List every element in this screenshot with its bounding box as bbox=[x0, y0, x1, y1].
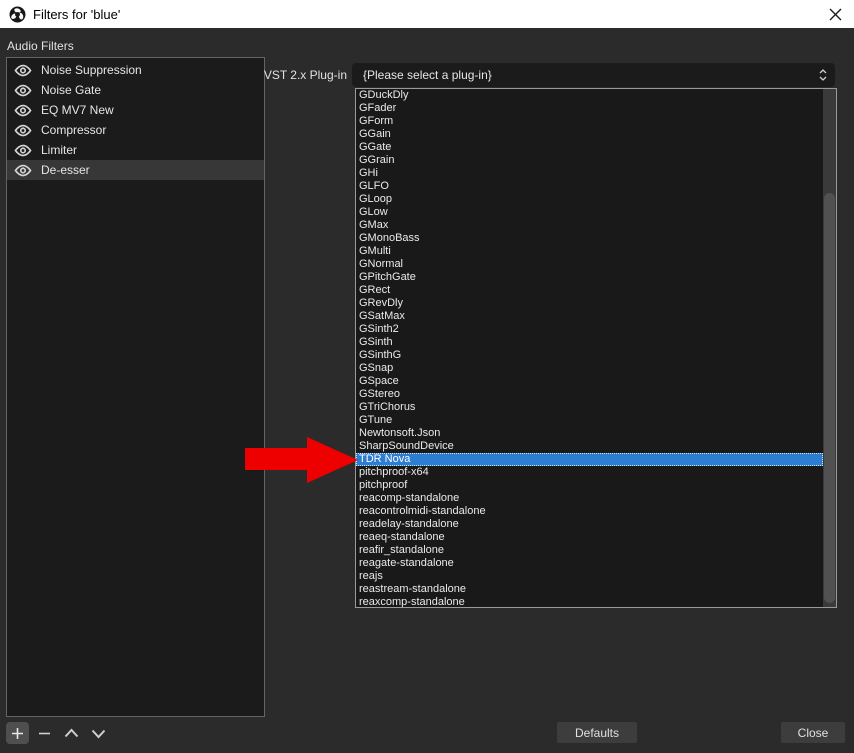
audio-filters-list: Noise Suppression Noise Gate EQ MV7 New Com… bbox=[6, 57, 265, 717]
plugin-option[interactable]: GTriChorus bbox=[356, 401, 823, 414]
plugin-option[interactable]: reajs bbox=[356, 570, 823, 583]
visibility-eye-icon[interactable] bbox=[14, 124, 32, 137]
filter-name: De-esser bbox=[41, 163, 90, 177]
plugin-options: GDuckDlyGFaderGFormGGainGGateGGrainGHiGL… bbox=[356, 89, 836, 608]
filter-name: Noise Gate bbox=[41, 83, 101, 97]
plugin-option[interactable]: Newtonsoft.Json bbox=[356, 427, 823, 440]
filter-name: EQ MV7 New bbox=[41, 103, 114, 117]
dropdown-scrollbar-thumb[interactable] bbox=[824, 193, 835, 603]
plugin-option[interactable]: GHi bbox=[356, 167, 823, 180]
vst-plugin-label: VST 2.x Plug-in bbox=[230, 63, 347, 87]
plugin-option[interactable]: GLoop bbox=[356, 193, 823, 206]
plugin-option[interactable]: GSinth bbox=[356, 336, 823, 349]
plugin-option[interactable]: GSinthG bbox=[356, 349, 823, 362]
plugin-option[interactable]: GNormal bbox=[356, 258, 823, 271]
filter-toolbar bbox=[6, 722, 114, 744]
plugin-option[interactable]: GSpace bbox=[356, 375, 823, 388]
plugin-option[interactable]: GStereo bbox=[356, 388, 823, 401]
vst-plugin-combobox[interactable]: {Please select a plug-in} bbox=[352, 63, 835, 87]
plugin-option[interactable]: GLFO bbox=[356, 180, 823, 193]
window-title: Filters for 'blue' bbox=[33, 7, 120, 22]
defaults-button[interactable]: Defaults bbox=[557, 722, 637, 743]
filters-dialog: Filters for 'blue' Audio Filters Noise S… bbox=[0, 0, 854, 753]
plugin-option[interactable]: GGate bbox=[356, 141, 823, 154]
obs-logo-icon bbox=[9, 6, 26, 23]
plugin-option[interactable]: GRect bbox=[356, 284, 823, 297]
vst-plugin-dropdown: GDuckDlyGFaderGFormGGainGGateGGrainGHiGL… bbox=[355, 88, 837, 608]
plugin-option[interactable]: pitchproof-x64 bbox=[356, 466, 823, 479]
visibility-eye-icon[interactable] bbox=[14, 84, 32, 97]
plugin-option[interactable]: GFader bbox=[356, 102, 823, 115]
chevron-down-icon bbox=[91, 728, 106, 739]
filter-row[interactable]: Compressor bbox=[7, 120, 264, 140]
plugin-option[interactable]: GPitchGate bbox=[356, 271, 823, 284]
close-icon bbox=[829, 8, 842, 21]
titlebar: Filters for 'blue' bbox=[0, 0, 854, 28]
filter-row[interactable]: EQ MV7 New bbox=[7, 100, 264, 120]
add-filter-button[interactable] bbox=[6, 722, 29, 744]
visibility-eye-icon[interactable] bbox=[14, 144, 32, 157]
plugin-option[interactable]: reaeq-standalone bbox=[356, 531, 823, 544]
plugin-option[interactable]: SharpSoundDevice bbox=[356, 440, 823, 453]
window-close-button[interactable] bbox=[824, 4, 846, 24]
plugin-option[interactable]: GMonoBass bbox=[356, 232, 823, 245]
plugin-option[interactable]: GGain bbox=[356, 128, 823, 141]
chevron-up-icon bbox=[64, 728, 79, 739]
plugin-option[interactable]: GTune bbox=[356, 414, 823, 427]
filter-row[interactable]: Noise Suppression bbox=[7, 60, 264, 80]
plugin-option[interactable]: reastream-standalone bbox=[356, 583, 823, 596]
plugin-option[interactable]: GForm bbox=[356, 115, 823, 128]
remove-filter-button[interactable] bbox=[33, 722, 56, 744]
filter-name: Noise Suppression bbox=[41, 63, 142, 77]
plugin-option[interactable]: TDR Nova bbox=[356, 453, 823, 466]
filter-name: Limiter bbox=[41, 143, 77, 157]
visibility-eye-icon[interactable] bbox=[14, 164, 32, 177]
visibility-eye-icon[interactable] bbox=[14, 64, 32, 77]
plugin-option[interactable]: pitchproof bbox=[356, 479, 823, 492]
plugin-option[interactable]: reagate-standalone bbox=[356, 557, 823, 570]
filter-row[interactable]: Limiter bbox=[7, 140, 264, 160]
plugin-option[interactable]: GSatMax bbox=[356, 310, 823, 323]
move-filter-up-button[interactable] bbox=[60, 722, 83, 744]
plugin-option[interactable]: GMax bbox=[356, 219, 823, 232]
visibility-eye-icon[interactable] bbox=[14, 104, 32, 117]
minus-icon bbox=[38, 727, 51, 740]
plugin-option[interactable]: GSinth2 bbox=[356, 323, 823, 336]
plugin-option[interactable]: GDuckDly bbox=[356, 89, 823, 102]
plugin-option[interactable]: readelay-standalone bbox=[356, 518, 823, 531]
plugin-option[interactable]: GSnap bbox=[356, 362, 823, 375]
plugin-option[interactable]: GMulti bbox=[356, 245, 823, 258]
filter-name: Compressor bbox=[41, 123, 106, 137]
filter-row[interactable]: Noise Gate bbox=[7, 80, 264, 100]
plugin-option[interactable]: reacomp-standalone bbox=[356, 492, 823, 505]
plugin-option[interactable]: reaxcomp-standalone bbox=[356, 596, 823, 608]
combobox-spinner-icon bbox=[818, 68, 828, 82]
close-button[interactable]: Close bbox=[781, 722, 845, 743]
plugin-option[interactable]: GGrain bbox=[356, 154, 823, 167]
dropdown-scrollbar[interactable] bbox=[823, 89, 836, 607]
plus-icon bbox=[11, 727, 24, 740]
audio-filters-header: Audio Filters bbox=[7, 39, 74, 53]
vst-plugin-combobox-value: {Please select a plug-in} bbox=[363, 68, 492, 82]
plugin-option[interactable]: reafir_standalone bbox=[356, 544, 823, 557]
move-filter-down-button[interactable] bbox=[87, 722, 110, 744]
plugin-option[interactable]: reacontrolmidi-standalone bbox=[356, 505, 823, 518]
plugin-option[interactable]: GLow bbox=[356, 206, 823, 219]
filter-row[interactable]: De-esser bbox=[7, 160, 264, 180]
plugin-option[interactable]: GRevDly bbox=[356, 297, 823, 310]
